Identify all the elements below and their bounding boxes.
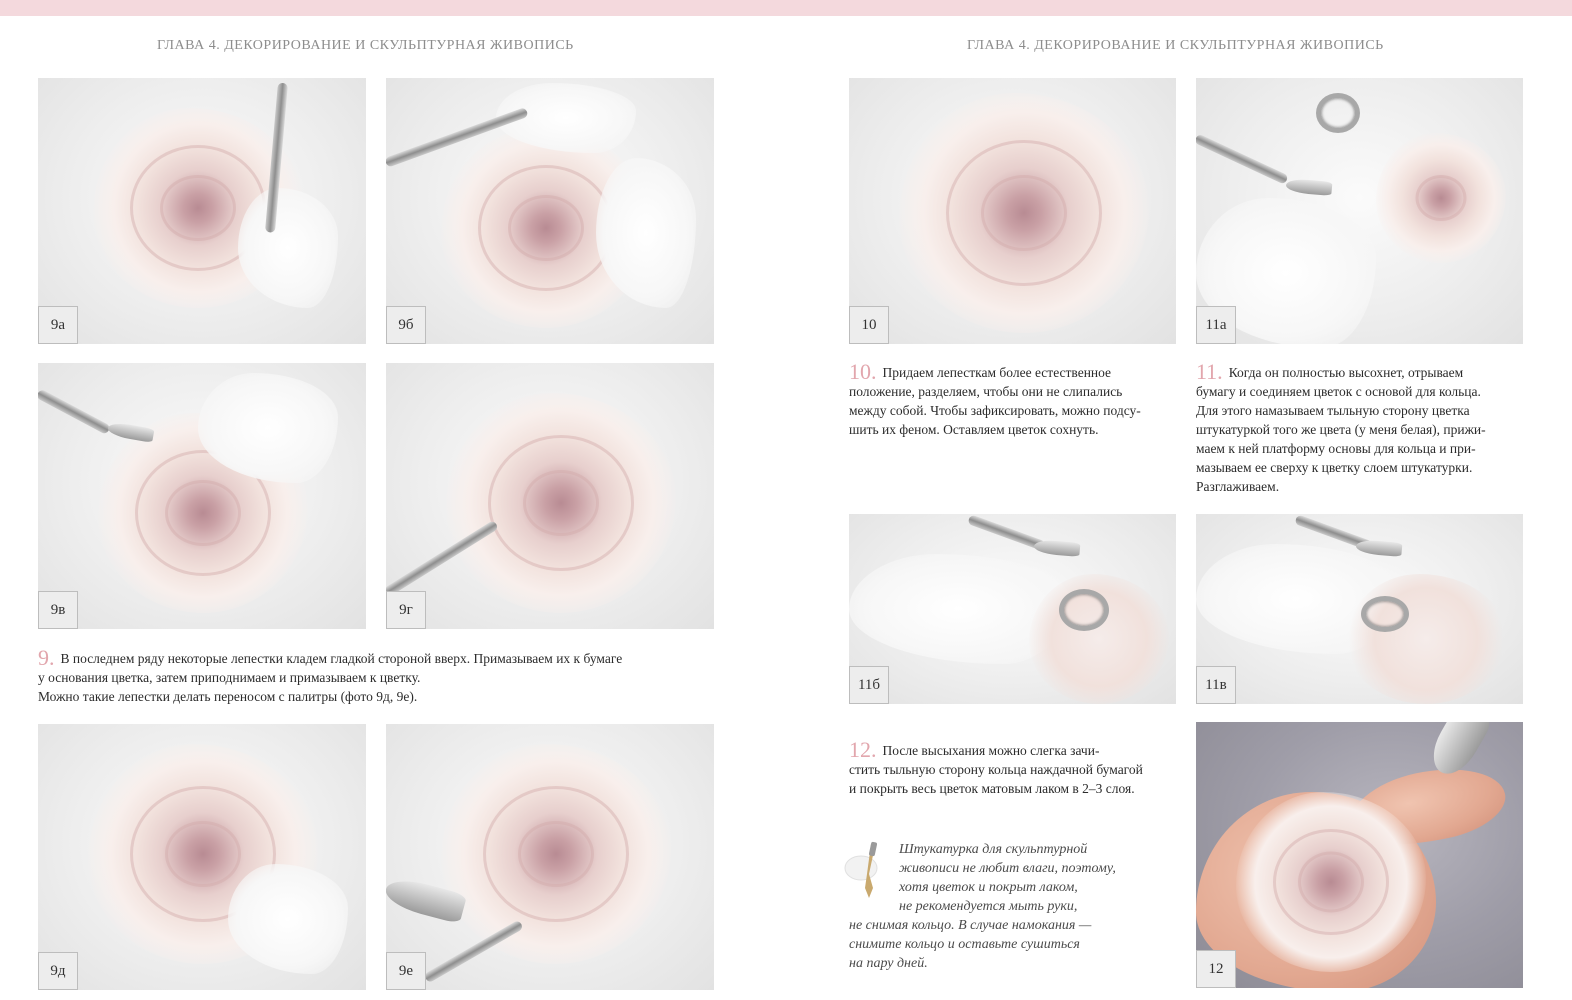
photo-9e: 9е	[386, 724, 714, 990]
photo-label: 9е	[386, 952, 426, 990]
step-number: 10.	[849, 359, 877, 384]
photo-label: 10	[849, 306, 889, 344]
page-header-right: ГЛАВА 4. ДЕКОРИРОВАНИЕ И СКУЛЬПТУРНАЯ ЖИ…	[967, 38, 1384, 53]
palette-knife-blade	[1033, 539, 1081, 557]
step-number: 9.	[38, 645, 55, 670]
step-11-text: 11. Когда он полностью высохнет, отрываем…	[1196, 359, 1486, 495]
page-header-left: ГЛАВА 4. ДЕКОРИРОВАНИЕ И СКУЛЬПТУРНАЯ ЖИ…	[157, 38, 574, 53]
step-10-text: 10. Придаем лепесткам более естественное …	[849, 359, 1141, 438]
step-12-text: 12. После высыхания можно слегка зачи- ст…	[849, 737, 1143, 797]
ring-base-image	[1059, 589, 1109, 631]
tip-note: Штукатурка для скульптурной живописи не …	[849, 842, 1116, 971]
photo-label: 9а	[38, 306, 78, 344]
step-9-text: 9. В последнем ряду некоторые лепестки кл…	[38, 645, 623, 705]
rose-image	[441, 744, 671, 964]
ring-base-image	[1361, 596, 1409, 632]
rose-image	[1376, 133, 1506, 263]
rose-ring-image	[1236, 792, 1426, 972]
photo-9b: 9б	[386, 78, 714, 344]
rose-image	[446, 393, 676, 613]
photo-9d: 9д	[38, 724, 366, 990]
ring-base-image	[1316, 93, 1360, 133]
photo-10: 10	[849, 78, 1176, 344]
top-decorative-band	[0, 0, 1572, 16]
photo-9g: 9г	[386, 363, 714, 629]
photo-label: 11б	[849, 666, 889, 704]
photo-label: 9в	[38, 591, 78, 629]
palette-knife	[1196, 133, 1289, 185]
rose-back-image	[1346, 574, 1506, 704]
photo-11v: 11в	[1196, 514, 1523, 704]
palette-knife-blade	[1285, 178, 1333, 196]
palette-knife-blade	[1355, 539, 1403, 557]
photo-9v: 9в	[38, 363, 366, 629]
photo-label: 9г	[386, 591, 426, 629]
photo-label: 9б	[386, 306, 426, 344]
step-number: 12.	[849, 737, 877, 762]
photo-11a: 11а	[1196, 78, 1523, 344]
photo-11b: 11б	[849, 514, 1176, 704]
photo-label: 12	[1196, 950, 1236, 988]
plaster-smear	[228, 864, 348, 974]
photo-label: 9д	[38, 952, 78, 990]
step-number: 11.	[1196, 359, 1223, 384]
rose-image	[899, 93, 1149, 333]
photo-12: 12	[1196, 722, 1523, 988]
photo-label: 11а	[1196, 306, 1236, 344]
palette-knife	[38, 388, 111, 435]
photo-9a: 9а	[38, 78, 366, 344]
photo-label: 11в	[1196, 666, 1236, 704]
